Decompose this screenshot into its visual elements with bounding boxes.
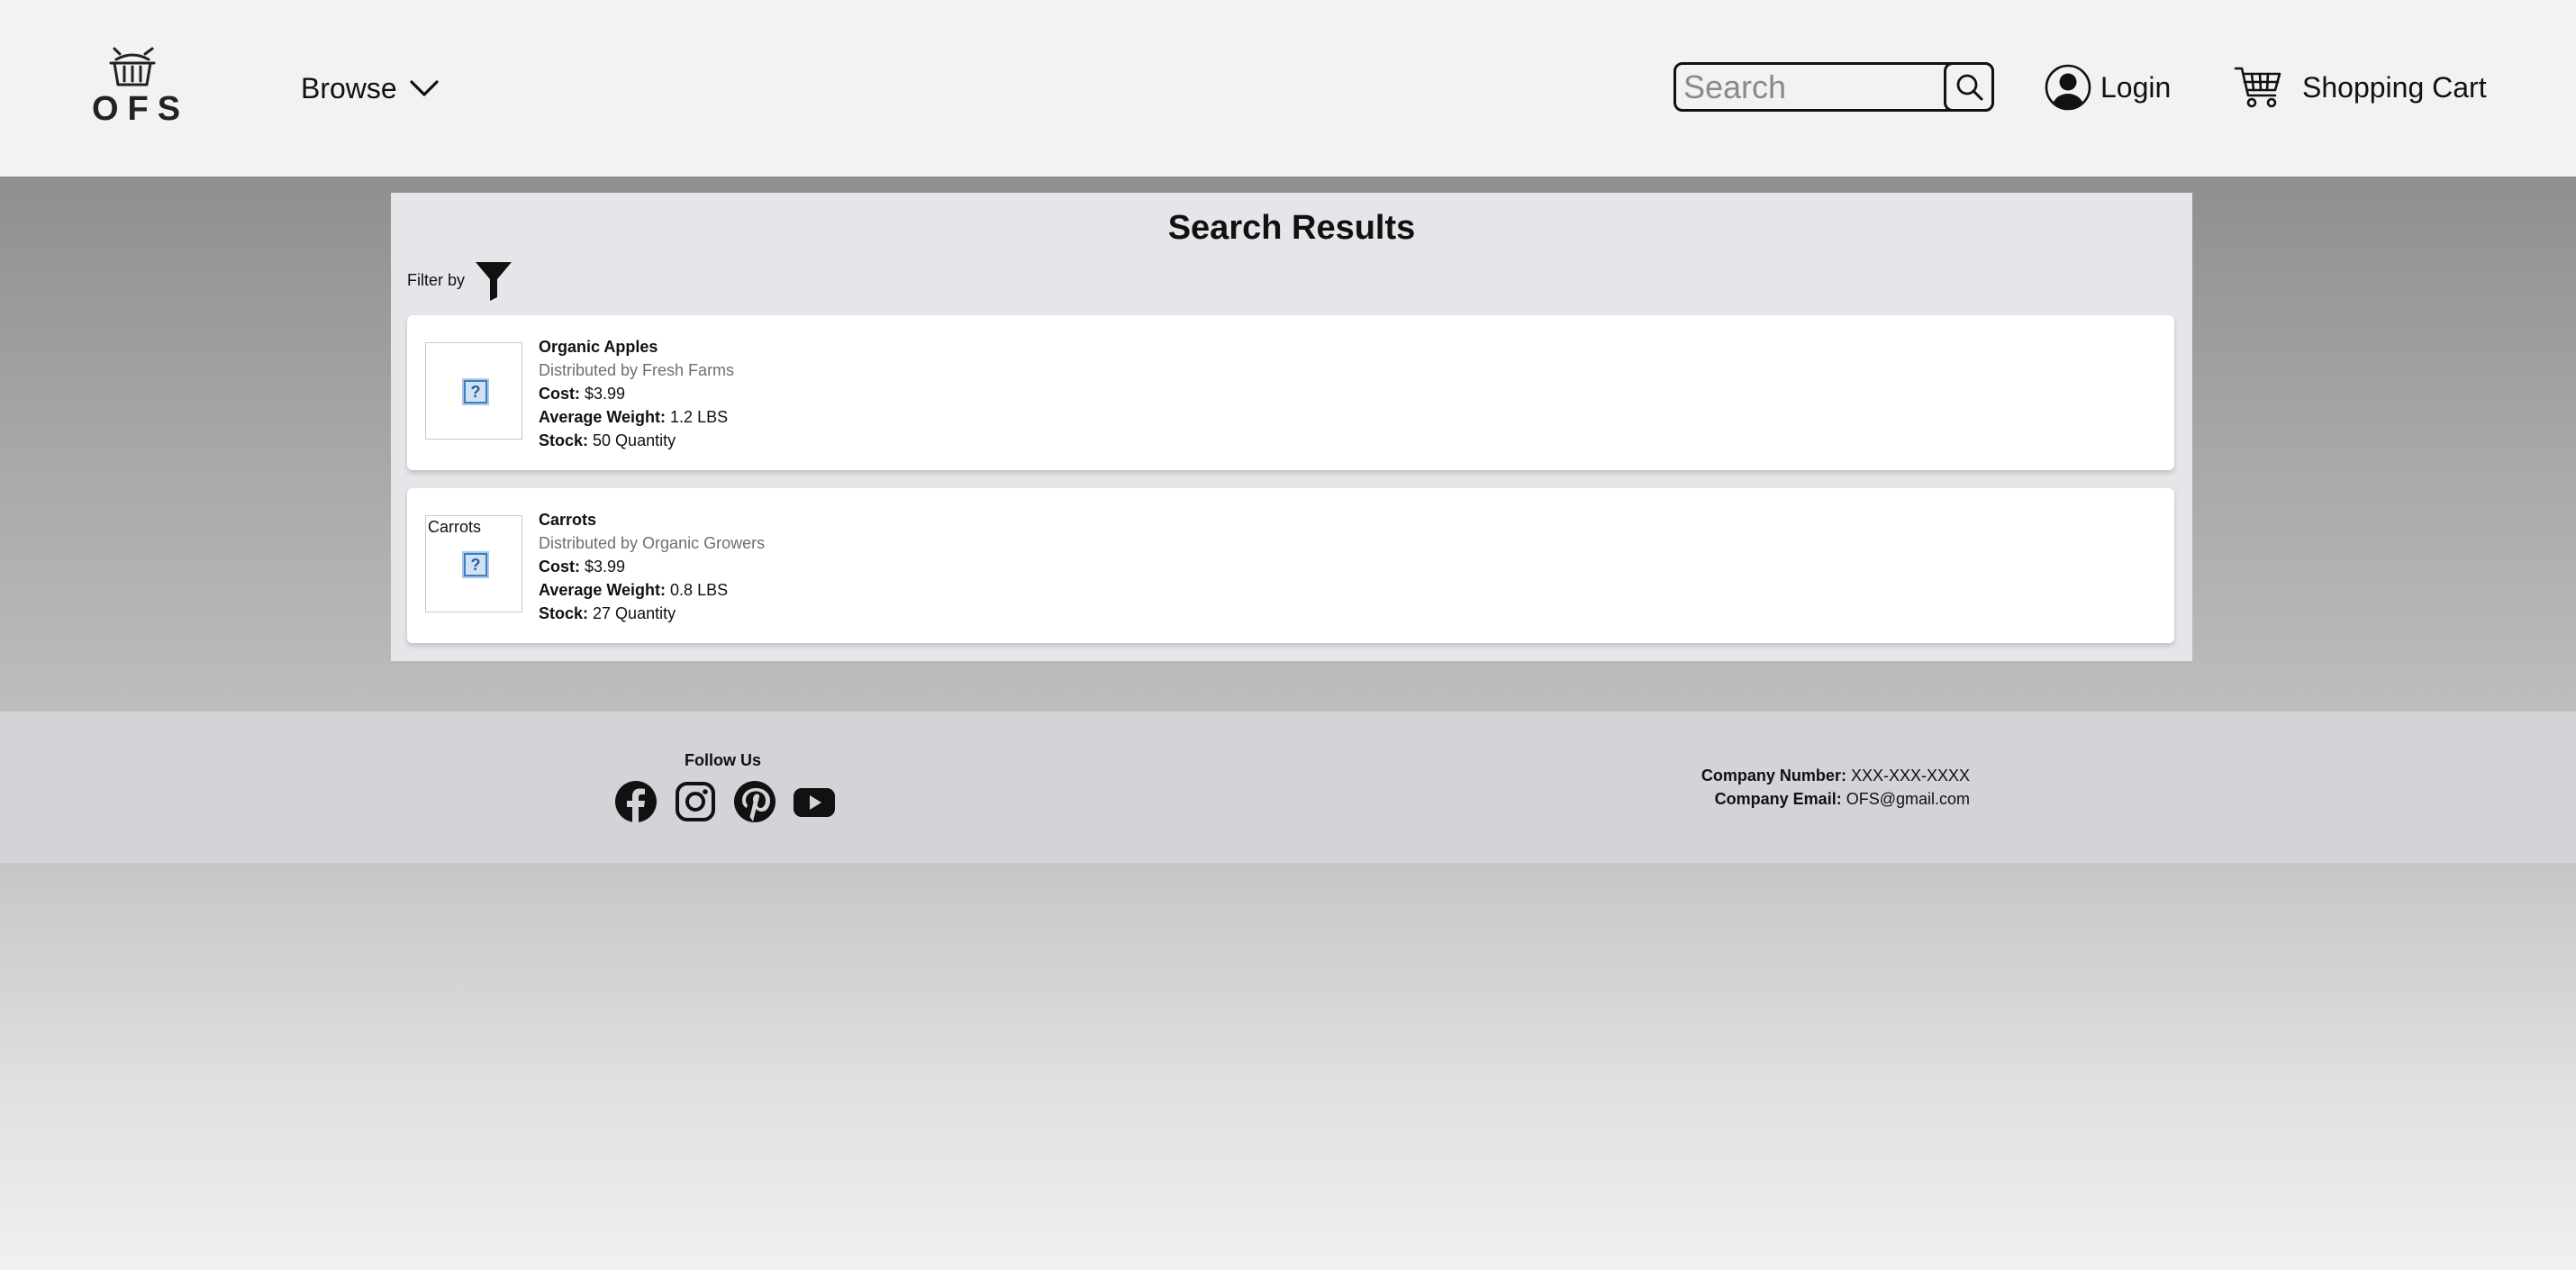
company-number: Company Number: XXX-XXX-XXXX <box>1701 764 1970 787</box>
product-stock: Stock: 50 Quantity <box>539 429 734 452</box>
product-name[interactable]: Carrots <box>539 508 765 531</box>
site-header: OFS Browse Login <box>0 0 2576 177</box>
search-box <box>1673 62 1994 112</box>
site-footer: Follow Us Company Number: XXX-XXX-XXXX C… <box>0 712 2576 863</box>
chevron-down-icon <box>410 80 439 96</box>
facebook-icon[interactable] <box>614 780 658 823</box>
shopping-cart-icon <box>2234 67 2281 108</box>
filter-bar: Filter by <box>407 259 513 301</box>
cost-label: Cost: <box>539 558 580 576</box>
product-image: ? <box>425 342 522 440</box>
product-distributor: Distributed by Organic Growers <box>539 534 766 552</box>
login-label: Login <box>2100 70 2172 104</box>
follow-us-title: Follow Us <box>685 751 761 769</box>
social-links <box>614 780 836 823</box>
stock-label: Stock: <box>539 604 589 622</box>
stock-value: 50 Quantity <box>593 431 676 449</box>
company-email-label: Company Email: <box>1714 790 1842 808</box>
cart-label: Shopping Cart <box>2302 70 2487 104</box>
company-number-value: XXX-XXX-XXXX <box>1850 767 1970 785</box>
user-icon <box>2045 64 2091 111</box>
broken-image-icon: ? <box>462 551 489 578</box>
shopping-cart-link[interactable]: Shopping Cart <box>2234 61 2487 113</box>
product-cost: Cost: $3.99 <box>539 382 734 405</box>
search-results-panel: Search Results Filter by ? Organic Apple… <box>391 193 2192 661</box>
broken-image-icon: ? <box>462 378 489 405</box>
product-cost: Cost: $3.99 <box>539 555 765 578</box>
weight-label: Average Weight: <box>539 581 667 599</box>
product-info: Carrots Distributed by Organic Growers C… <box>539 508 765 625</box>
logo-text: OFS <box>92 90 190 128</box>
cost-value: $3.99 <box>585 558 626 576</box>
cost-value: $3.99 <box>585 385 626 403</box>
login-link[interactable]: Login <box>2045 63 2171 112</box>
page-title: Search Results <box>1167 209 1416 247</box>
youtube-icon[interactable] <box>793 780 836 823</box>
funnel-icon <box>476 262 512 301</box>
ofs-logo[interactable]: OFS <box>85 47 180 128</box>
product-weight: Average Weight: 1.2 LBS <box>539 405 734 429</box>
company-email-value[interactable]: OFS@gmail.com <box>1846 790 1970 808</box>
weight-label: Average Weight: <box>539 408 667 426</box>
product-card[interactable]: Carrots ? Carrots Distributed by Organic… <box>407 488 2174 643</box>
weight-value: 0.8 LBS <box>670 581 729 599</box>
browse-menu[interactable]: Browse <box>301 68 439 108</box>
stock-label: Stock: <box>539 431 589 449</box>
stock-value: 27 Quantity <box>593 604 676 622</box>
search-input[interactable] <box>1683 68 1945 106</box>
filter-label: Filter by <box>407 270 466 289</box>
company-email: Company Email: OFS@gmail.com <box>1701 787 1970 811</box>
product-image: Carrots ? <box>425 515 522 612</box>
product-info: Organic Apples Distributed by Fresh Farm… <box>539 335 734 452</box>
product-weight: Average Weight: 0.8 LBS <box>539 578 765 602</box>
product-stock: Stock: 27 Quantity <box>539 602 765 625</box>
search-button[interactable] <box>1944 62 1994 112</box>
search-icon <box>1956 74 1983 100</box>
company-info: Company Number: XXX-XXX-XXXX Company Ema… <box>1701 764 1970 811</box>
instagram-icon[interactable] <box>674 780 717 823</box>
company-number-label: Company Number: <box>1701 767 1846 785</box>
browse-label: Browse <box>301 71 397 104</box>
product-card[interactable]: ? Organic Apples Distributed by Fresh Fa… <box>407 315 2174 470</box>
pinterest-icon[interactable] <box>733 780 776 823</box>
product-image-alt: Carrots <box>428 518 482 536</box>
filter-button[interactable] <box>474 259 513 301</box>
weight-value: 1.2 LBS <box>670 408 729 426</box>
basket-icon <box>109 47 156 86</box>
main-content: Search Results Filter by ? Organic Apple… <box>0 177 2576 712</box>
page-background <box>0 863 2576 1270</box>
product-distributor: Distributed by Fresh Farms <box>539 361 735 379</box>
product-name[interactable]: Organic Apples <box>539 335 734 358</box>
cost-label: Cost: <box>539 385 580 403</box>
